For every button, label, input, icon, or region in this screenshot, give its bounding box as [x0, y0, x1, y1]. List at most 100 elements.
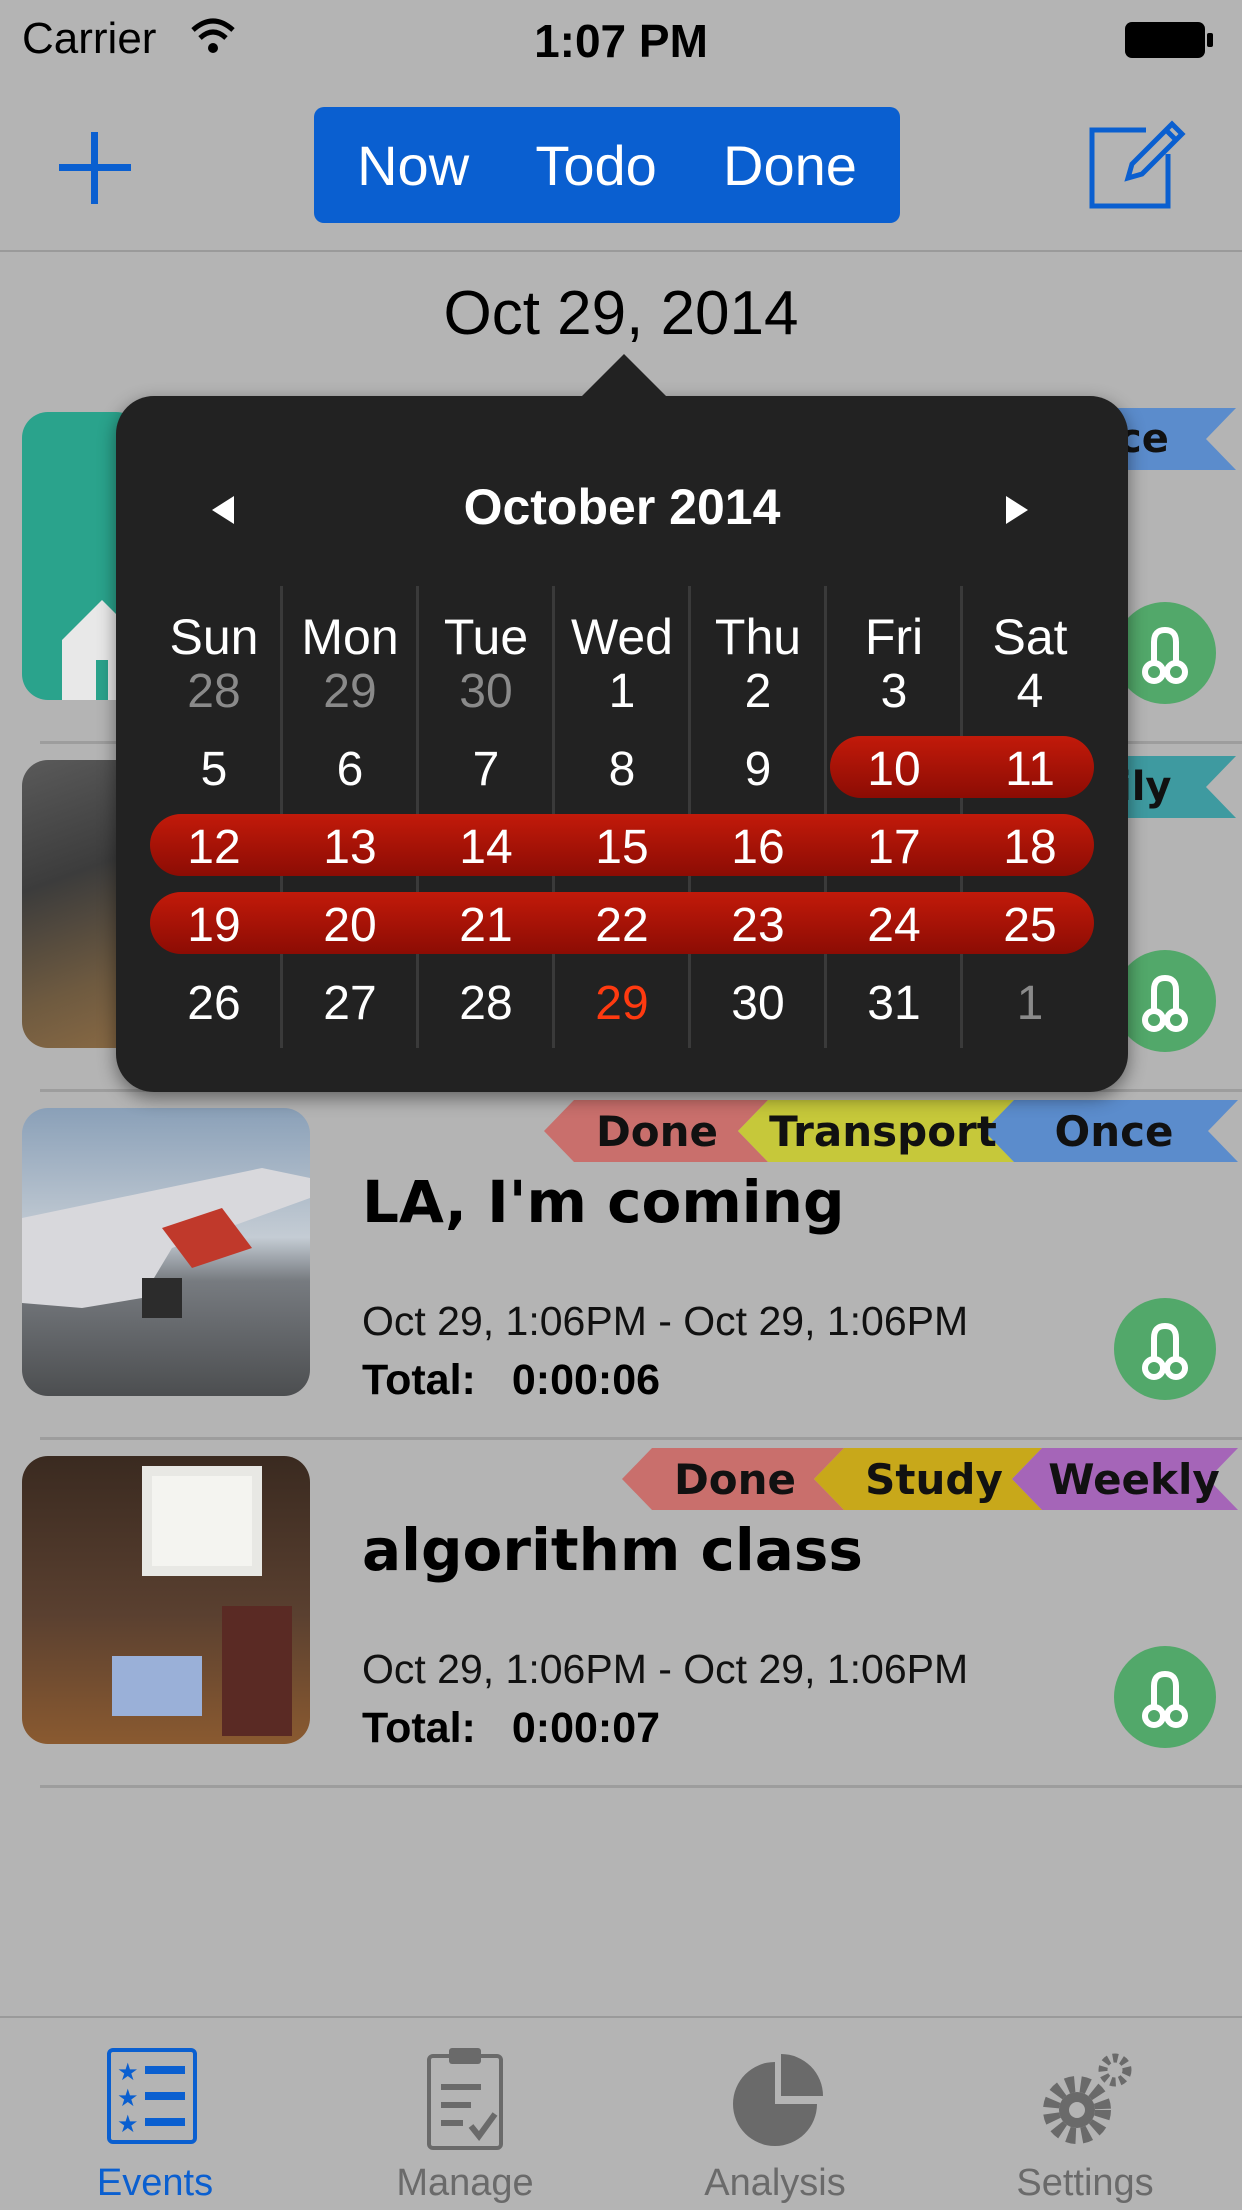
calendar-day[interactable]: 30: [690, 976, 826, 1031]
gears-icon: [1043, 2053, 1132, 2144]
calendar-day[interactable]: 28: [418, 976, 554, 1031]
event-row[interactable]: Done Transport Once LA, I'm coming Oct 2…: [0, 1092, 1242, 1440]
calendar-day[interactable]: 2: [690, 664, 826, 719]
tab-label: Manage: [396, 2162, 534, 2204]
category-tag: Transport: [769, 1106, 997, 1156]
weekday-header: Sat: [992, 609, 1068, 665]
pie-chart-icon: [733, 2054, 823, 2146]
tab-settings[interactable]: Settings: [930, 2018, 1240, 2210]
tab-events[interactable]: ★ ★ ★ Events: [0, 2018, 310, 2210]
compose-icon[interactable]: [1088, 114, 1188, 214]
classroom-image: [112, 1466, 292, 1736]
category-tag: Study: [865, 1454, 1003, 1504]
popover-arrow: [580, 354, 668, 398]
calendar-day[interactable]: 31: [826, 976, 962, 1031]
events-list-icon: ★ ★ ★: [107, 2048, 197, 2144]
calendar-day[interactable]: 1: [962, 976, 1098, 1031]
svg-text:★: ★: [117, 2085, 139, 2112]
route-button[interactable]: [1114, 1646, 1216, 1748]
status-time: 1:07 PM: [534, 15, 708, 67]
weekday-header: Fri: [864, 609, 924, 665]
route-button[interactable]: [1114, 950, 1216, 1052]
total-label: Total:: [362, 1704, 476, 1752]
tab-analysis[interactable]: Analysis: [620, 2018, 930, 2210]
tab-label: Events: [96, 2162, 214, 2204]
calendar-day[interactable]: 24: [826, 898, 962, 953]
calendar-day[interactable]: 13: [282, 820, 418, 875]
calendar-day[interactable]: 16: [690, 820, 826, 875]
svg-text:★: ★: [117, 2059, 139, 2086]
calendar-day[interactable]: 12: [146, 820, 282, 875]
route-icon: [1142, 626, 1188, 684]
tag-ribbon: Done Study Weekly: [622, 1448, 1238, 1510]
route-icon: [1142, 1322, 1188, 1380]
calendar-day[interactable]: 11: [962, 742, 1098, 797]
segment-now[interactable]: Now: [357, 133, 469, 198]
next-month-button[interactable]: [1006, 496, 1028, 524]
weekday-header: Sun: [169, 609, 259, 665]
route-icon: [1142, 974, 1188, 1032]
calendar-day[interactable]: 20: [282, 898, 418, 953]
calendar-day[interactable]: 5: [146, 742, 282, 797]
add-event-button[interactable]: [50, 124, 140, 214]
calendar-day[interactable]: 10: [826, 742, 962, 797]
calendar-day[interactable]: 17: [826, 820, 962, 875]
frequency-tag: Weekly: [1048, 1454, 1220, 1504]
weekday-header: Wed: [571, 609, 673, 665]
route-button[interactable]: [1114, 1298, 1216, 1400]
tag-ribbon: Done Transport Once: [544, 1100, 1238, 1162]
date-header[interactable]: Oct 29, 2014: [0, 278, 1242, 349]
total-value: 0:00:06: [511, 1356, 661, 1404]
calendar-day[interactable]: 30: [418, 664, 554, 719]
total-value: 0:00:07: [511, 1704, 661, 1752]
weekday-header: Tue: [443, 609, 529, 665]
calendar-day[interactable]: 26: [146, 976, 282, 1031]
calendar-day-today[interactable]: 29: [554, 976, 690, 1031]
event-row[interactable]: Done Study Weekly algorithm class Oct 29…: [0, 1440, 1242, 1788]
calendar-day[interactable]: 15: [554, 820, 690, 875]
segment-todo[interactable]: Todo: [535, 133, 656, 198]
route-button[interactable]: [1114, 602, 1216, 704]
calendar-day[interactable]: 29: [282, 664, 418, 719]
calendar-day[interactable]: 7: [418, 742, 554, 797]
weekday-header: Mon: [301, 609, 399, 665]
calendar-day[interactable]: 6: [282, 742, 418, 797]
calendar-day[interactable]: 4: [962, 664, 1098, 719]
route-icon: [1142, 1670, 1188, 1728]
calendar-day[interactable]: 8: [554, 742, 690, 797]
calendar-day[interactable]: 28: [146, 664, 282, 719]
frequency-tag: Once: [1054, 1106, 1174, 1156]
event-title: LA, I'm coming: [362, 1168, 845, 1236]
event-times: Oct 29, 1:06PM - Oct 29, 1:06PM: [362, 1646, 969, 1692]
row-separator: [40, 1785, 1242, 1788]
calendar-day[interactable]: 18: [962, 820, 1098, 875]
calendar-day[interactable]: 25: [962, 898, 1098, 953]
calendar-day[interactable]: 27: [282, 976, 418, 1031]
event-thumbnail: [22, 1456, 310, 1744]
segment-done[interactable]: Done: [723, 133, 857, 198]
month-title: October 2014: [463, 479, 781, 535]
frequency-tag: ce: [1110, 408, 1236, 470]
calendar-popover: October 2014 Sun Mon Tue Wed Thu Fri Sat 28 29 30…: [116, 354, 1128, 1092]
tab-manage[interactable]: Manage: [310, 2018, 620, 2210]
battery-icon: [1125, 22, 1213, 58]
frequency-tag: ily: [1110, 756, 1236, 818]
clipboard-icon: [427, 2048, 503, 2150]
calendar-day[interactable]: 3: [826, 664, 962, 719]
calendar-day[interactable]: 22: [554, 898, 690, 953]
status-tag: Done: [595, 1106, 719, 1156]
calendar-day[interactable]: 14: [418, 820, 554, 875]
calendar-day[interactable]: 9: [690, 742, 826, 797]
calendar-day[interactable]: 21: [418, 898, 554, 953]
status-tag: Done: [673, 1454, 797, 1504]
event-total: Total: 0:00:06: [362, 1356, 660, 1405]
airplane-image: [22, 1168, 310, 1318]
event-total: Total: 0:00:07: [362, 1704, 660, 1753]
svg-text:★: ★: [117, 2111, 139, 2138]
status-bar: Carrier 1:07 PM: [0, 0, 1242, 84]
event-times: Oct 29, 1:06PM - Oct 29, 1:06PM: [362, 1298, 969, 1344]
calendar-day[interactable]: 19: [146, 898, 282, 953]
tab-bar: ★ ★ ★ Events Manage Analysis Settings: [0, 2016, 1242, 2210]
calendar-day[interactable]: 23: [690, 898, 826, 953]
calendar-day[interactable]: 1: [554, 664, 690, 719]
